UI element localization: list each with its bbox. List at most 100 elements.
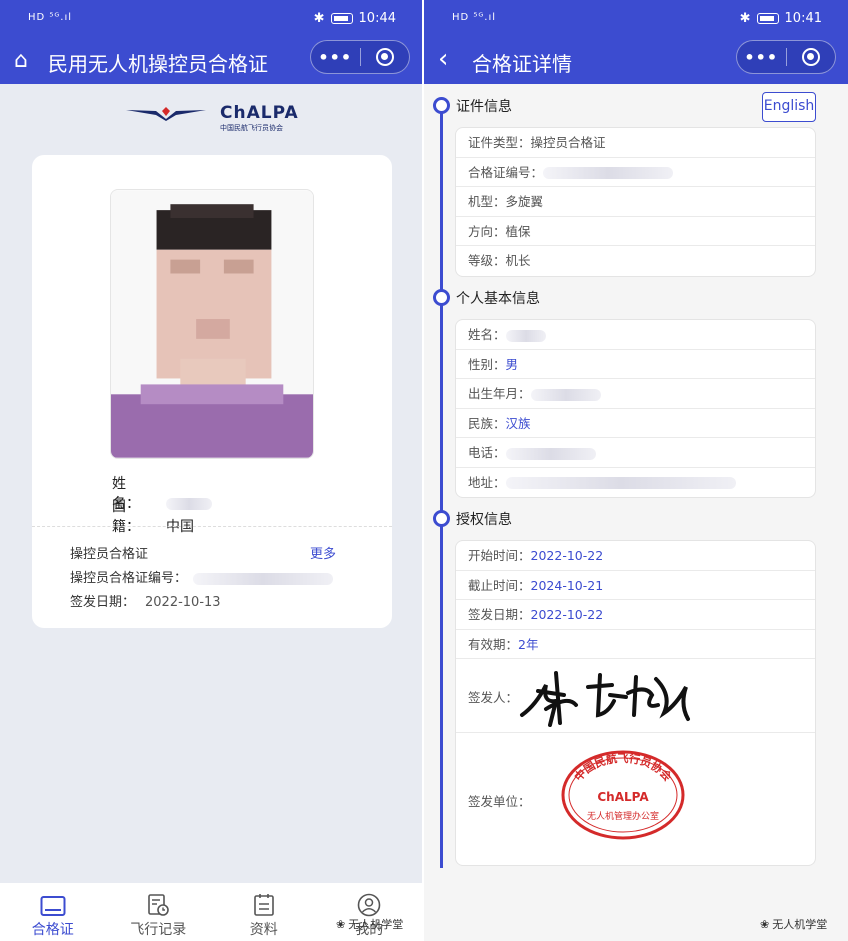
tab-label: 资料: [249, 922, 278, 938]
card-divider: [32, 526, 392, 527]
issue-date-row: 签发日期： 2022-10-13: [70, 591, 221, 610]
row-label: 民族：: [468, 415, 506, 431]
bluetooth-icon: ✱: [313, 11, 325, 26]
redacted-value: [505, 329, 546, 342]
nationality-field: 国 籍： 中国: [112, 496, 194, 536]
row-label: 截止时间：: [468, 577, 531, 593]
home-icon[interactable]: ⌂: [14, 48, 28, 73]
certificate-screen: HD ⁵ᴳ.ıl ✱ 10:44 ⌂ 民用无人机操控员合格证 ••• ChALPA…: [0, 0, 422, 941]
issuer-label: 签发单位：: [468, 794, 531, 809]
cert-type-title: 操控员合格证: [70, 547, 149, 562]
english-toggle-button[interactable]: English: [762, 92, 816, 122]
handwritten-signature: [520, 671, 690, 727]
info-row: 等级：机长: [456, 246, 815, 276]
section-title-personal-info: 个人基本信息: [456, 291, 540, 307]
target-icon: [375, 48, 394, 66]
row-value: 2024-10-21: [530, 577, 604, 593]
signer-row: 签发人：: [456, 659, 815, 733]
mini-program-capsule: •••: [736, 40, 836, 74]
row-label: 性别：: [468, 356, 506, 372]
watermark-text: 无人机学堂: [772, 918, 828, 931]
watermark: ❀ 无人机学堂: [336, 916, 403, 932]
cert-number-redacted: [193, 572, 334, 585]
back-chevron-icon[interactable]: ‹: [438, 44, 448, 74]
certificate-card: 姓 名： 国 籍： 中国 操控员合格证 更多 操控员合格证编号： 签发日期： 202…: [32, 155, 392, 628]
row-label: 方向：: [468, 223, 506, 239]
screenshot-root: HD ⁵ᴳ.ıl ✱ 10:44 ⌂ 民用无人机操控员合格证 ••• ChALPA…: [0, 0, 848, 941]
pixelated-portrait: [111, 190, 313, 458]
info-row: 方向：植保: [456, 217, 815, 246]
close-mini-program-button[interactable]: [786, 48, 835, 66]
row-value: 2022-10-22: [530, 548, 604, 563]
wings-emblem-icon: [126, 107, 206, 121]
nationality-label: 国 籍：: [112, 499, 140, 535]
target-icon: [801, 48, 820, 66]
bluetooth-icon: ✱: [739, 11, 751, 26]
status-bar: HD ⁵ᴳ.ıl ✱ 10:41: [424, 0, 848, 40]
issue-date-value: 2022-10-13: [145, 595, 221, 610]
issue-date-label: 签发日期：: [70, 595, 136, 610]
row-value: 2年: [518, 636, 539, 652]
close-mini-program-button[interactable]: [360, 48, 409, 66]
cert-number-label: 操控员合格证编号：: [70, 571, 188, 586]
stamp-top-text: 中国民航飞行员协会: [571, 751, 675, 784]
redacted-value: [505, 477, 736, 489]
page-title: 合格证详情: [472, 52, 572, 76]
nav-bar: ‹ 合格证详情 •••: [424, 40, 848, 84]
more-link[interactable]: 更多: [310, 543, 336, 562]
certificate-detail-screen: HD ⁵ᴳ.ıl ✱ 10:41 ‹ 合格证详情 ••• 证件信息 English…: [424, 0, 848, 941]
redacted-value: [530, 388, 601, 401]
row-value: 机长: [505, 253, 531, 268]
info-row: 出生年月：: [456, 379, 815, 409]
profile-icon: [357, 893, 381, 917]
document-icon: [253, 894, 274, 916]
logo-name: ChALPA: [220, 103, 299, 123]
more-menu-button[interactable]: •••: [737, 48, 786, 67]
row-value: 植保: [505, 223, 531, 239]
info-row: 合格证编号：: [456, 158, 815, 187]
info-row: 民族：汉族: [456, 409, 815, 438]
official-stamp: 中国民航飞行员协会 ChALPA 无人机管理办公室: [561, 750, 685, 840]
timeline-node: [433, 289, 450, 306]
row-value: 2022-10-22: [530, 607, 604, 622]
bottom-tab-bar: 合格证 飞行记录 资料 我的: [0, 883, 422, 941]
watermark: ❀ 无人机学堂: [760, 916, 827, 932]
row-label: 有效期：: [468, 636, 519, 652]
watermark-text: 无人机学堂: [348, 918, 404, 931]
tab-profile[interactable]: 我的: [317, 883, 423, 941]
row-value: 多旋翼: [505, 194, 544, 209]
chalpa-logo: ChALPA 中国民航飞行员协会: [126, 100, 306, 134]
info-row: 证件类型：操控员合格证: [456, 128, 815, 158]
page-title: 民用无人机操控员合格证: [48, 52, 268, 76]
cert-number-row: 操控员合格证编号：: [70, 567, 334, 586]
redacted-value: [505, 447, 596, 460]
row-label: 出生年月：: [468, 386, 531, 401]
wechat-icon: ❀: [336, 917, 346, 931]
tab-documents[interactable]: 资料: [211, 883, 317, 941]
info-row: 开始时间：2022-10-22: [456, 541, 815, 571]
nav-bar: ⌂ 民用无人机操控员合格证 •••: [0, 40, 422, 84]
issuer-row: 签发单位： 中国民航飞行员协会 ChALPA 无人机管理办公室: [456, 733, 815, 865]
status-time: 10:41: [784, 11, 822, 26]
row-label: 等级：: [468, 253, 506, 268]
battery-icon: [756, 13, 779, 24]
info-row: 签发日期：2022-10-22: [456, 600, 815, 630]
section-title-authorization: 授权信息: [456, 512, 512, 528]
row-label: 合格证编号：: [468, 164, 544, 180]
stamp-bottom-text: 无人机管理办公室: [587, 810, 659, 822]
id-card-icon: [40, 896, 66, 916]
row-label: 签发日期：: [468, 607, 531, 622]
tab-certificate[interactable]: 合格证: [0, 883, 106, 941]
more-menu-button[interactable]: •••: [311, 48, 360, 67]
cert-info-box: 证件类型：操控员合格证 合格证编号： 机型：多旋翼 方向：植保 等级：机长: [455, 127, 816, 277]
mini-program-capsule: •••: [310, 40, 410, 74]
signer-label: 签发人：: [468, 690, 519, 705]
wechat-icon: ❀: [760, 917, 770, 931]
redacted-value: [543, 167, 674, 179]
timeline-node: [433, 510, 450, 527]
section-title-cert-info: 证件信息: [456, 99, 512, 115]
info-row: 有效期：2年: [456, 630, 815, 659]
timeline-node: [433, 97, 450, 114]
tab-flight-log[interactable]: 飞行记录: [106, 883, 212, 941]
timeline-line: [440, 98, 443, 868]
